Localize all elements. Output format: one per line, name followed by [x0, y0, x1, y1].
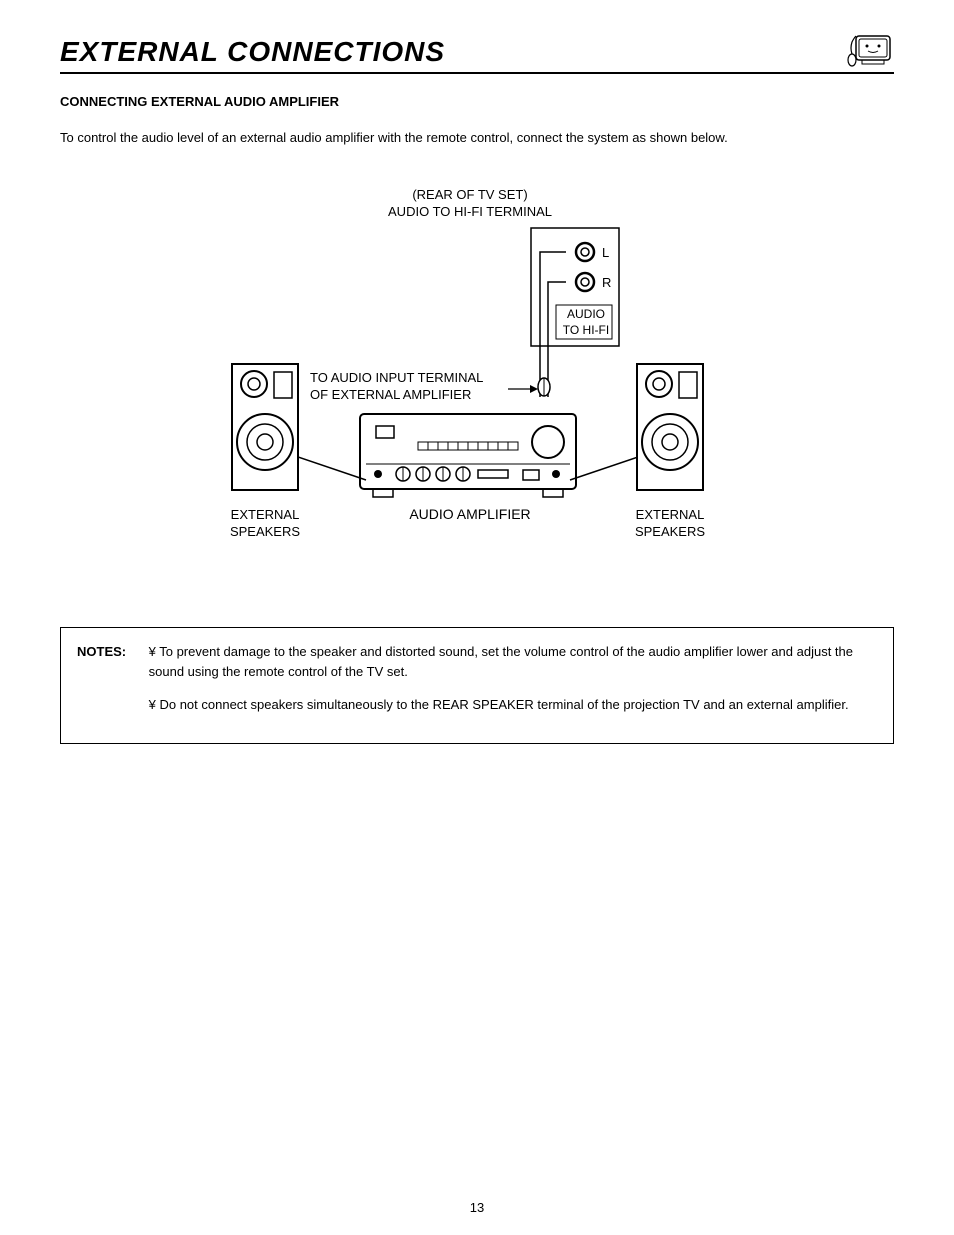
input-term-line1: TO AUDIO INPUT TERMINAL	[310, 370, 483, 385]
section-subtitle: CONNECTING EXTERNAL AUDIO AMPLIFIER	[60, 94, 894, 109]
notes-content: ¥ To prevent damage to the speaker and d…	[149, 642, 877, 729]
left-speaker	[230, 362, 300, 492]
jack-l-label: L	[602, 245, 609, 262]
right-speaker-label: EXTERNAL SPEAKERS	[625, 507, 715, 541]
note-item: ¥ To prevent damage to the speaker and d…	[149, 642, 877, 681]
page-title: EXTERNAL CONNECTIONS	[60, 36, 445, 68]
input-term-line2: OF EXTERNAL AMPLIFIER	[310, 387, 471, 402]
left-speaker-label: EXTERNAL SPEAKERS	[220, 507, 310, 541]
notes-box: NOTES: ¥ To prevent damage to the speake…	[60, 627, 894, 744]
right-sp-l2: SPEAKERS	[635, 524, 705, 539]
arrow-to-plug	[508, 383, 538, 395]
intro-text: To control the audio level of an externa…	[60, 129, 894, 147]
left-sp-l1: EXTERNAL	[231, 507, 300, 522]
tv-mascot-icon	[844, 30, 894, 68]
page-number: 13	[0, 1200, 954, 1215]
rear-tv-label: (REAR OF TV SET) AUDIO TO HI-FI TERMINAL	[370, 187, 570, 221]
input-terminal-label: TO AUDIO INPUT TERMINAL OF EXTERNAL AMPL…	[310, 370, 530, 404]
rear-tv-line1: (REAR OF TV SET)	[412, 187, 527, 202]
note-item: ¥ Do not connect speakers simultaneously…	[149, 695, 877, 715]
rear-tv-line2: AUDIO TO HI-FI TERMINAL	[388, 204, 552, 219]
right-sp-l1: EXTERNAL	[636, 507, 705, 522]
left-sp-l2: SPEAKERS	[230, 524, 300, 539]
notes-label: NOTES:	[77, 642, 145, 662]
header-row: EXTERNAL CONNECTIONS	[60, 30, 894, 74]
jack-r-label: R	[602, 275, 611, 292]
amplifier-unit	[358, 412, 578, 502]
audio-hifi-line1: AUDIO	[567, 307, 605, 321]
right-speaker	[635, 362, 705, 492]
amplifier-label: AUDIO AMPLIFIER	[390, 505, 550, 523]
connection-diagram: (REAR OF TV SET) AUDIO TO HI-FI TERMINAL…	[60, 187, 894, 567]
